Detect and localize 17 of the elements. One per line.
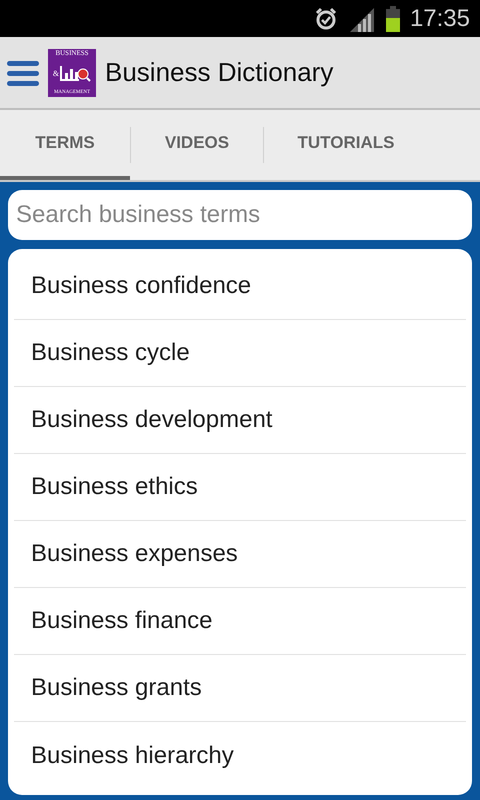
term-item[interactable]: Business ethics (14, 454, 466, 521)
term-item[interactable]: Business confidence (14, 253, 466, 320)
menu-icon[interactable] (7, 58, 39, 86)
term-item[interactable]: Business grants (14, 655, 466, 722)
term-item[interactable]: Business hierarchy (14, 722, 466, 789)
tab[interactable]: TUTORIALS (264, 110, 428, 180)
term-item[interactable]: Business cycle (14, 320, 466, 387)
battery-icon (386, 6, 400, 32)
term-item[interactable]: Business expenses (14, 521, 466, 588)
tab[interactable]: VIDEOS (131, 110, 263, 180)
signal-icon (348, 6, 376, 32)
term-item[interactable]: Business development (14, 387, 466, 454)
status-time: 17:35 (410, 4, 470, 32)
alarm-icon (314, 6, 338, 30)
app-title: Business Dictionary (105, 57, 334, 88)
search-field[interactable]: Search business terms (8, 190, 472, 240)
term-item[interactable]: Business finance (14, 588, 466, 655)
